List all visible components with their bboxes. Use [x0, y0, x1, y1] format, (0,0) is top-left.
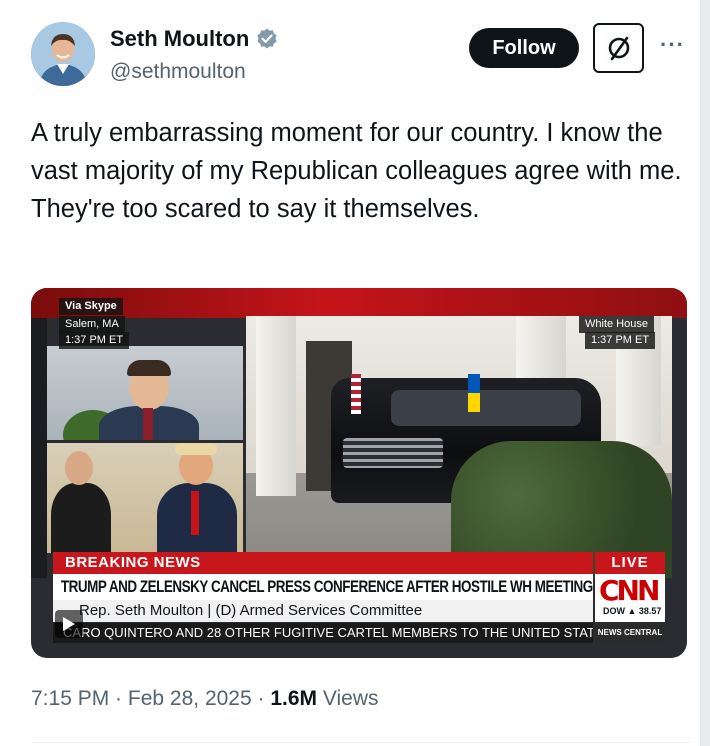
play-icon[interactable] — [55, 610, 83, 638]
author-name-row: Seth Moulton — [110, 26, 279, 52]
news-headline: TRUMP AND ZELENSKY CANCEL PRESS CONFEREN… — [53, 574, 593, 600]
tag-white-house: White House — [579, 316, 654, 333]
page-edge — [700, 0, 710, 746]
views-label: Views — [317, 687, 379, 710]
news-subline: Rep. Seth Moulton | (D) Armed Services C… — [53, 600, 593, 622]
tag-via-skype: Via Skype — [59, 298, 123, 315]
divider — [31, 742, 691, 743]
news-central-label: NEWS CENTRAL — [595, 623, 665, 643]
skype-pane — [47, 346, 243, 440]
tweet-date[interactable]: Feb 28, 2025 — [128, 687, 252, 710]
tag-time-left: 1:37 PM ET — [59, 332, 130, 349]
cnn-logo-box: CNN DOW ▲ 38.57 — [595, 574, 665, 622]
author-display-name[interactable]: Seth Moulton — [110, 26, 249, 52]
news-ticker: CARO QUINTERO AND 28 OTHER FUGITIVE CART… — [53, 623, 593, 643]
grok-slash-icon[interactable] — [593, 23, 644, 73]
oval-office-pane — [47, 443, 243, 553]
video-left-strip — [31, 318, 47, 578]
cnn-logo-icon: CNN — [599, 574, 660, 607]
tweet-card: Seth Moulton @sethmoulton Follow ··· A t… — [0, 0, 700, 746]
breaking-news-label: BREAKING NEWS — [53, 552, 593, 574]
live-badge: LIVE — [595, 552, 665, 574]
meta-separator: · — [251, 687, 271, 710]
tweet-text: A truly embarrassing moment for our coun… — [31, 119, 682, 223]
video-media[interactable]: Via Skype Salem, MA 1:37 PM ET White Hou… — [31, 288, 687, 658]
tag-time-right: 1:37 PM ET — [585, 332, 656, 349]
white-house-scene — [246, 316, 672, 578]
meta-separator: · — [109, 687, 128, 710]
follow-button[interactable]: Follow — [469, 28, 579, 68]
views-count: 1.6M — [270, 687, 318, 710]
broadcast-top-bar — [31, 288, 687, 318]
dow-ticker: DOW ▲ 38.57 — [603, 606, 662, 616]
verified-badge-icon[interactable] — [255, 27, 279, 51]
more-dots-icon[interactable]: ··· — [660, 32, 685, 58]
author-handle[interactable]: @sethmoulton — [110, 60, 246, 84]
us-flag-icon — [351, 374, 361, 414]
tag-location: Salem, MA — [59, 316, 125, 333]
tweet-meta: 7:15 PM · Feb 28, 2025 · 1.6M Views — [31, 687, 379, 711]
tweet-time[interactable]: 7:15 PM — [31, 687, 109, 710]
ukraine-flag-icon — [468, 374, 480, 412]
avatar[interactable] — [31, 22, 95, 86]
cnn-lower-third: BREAKING NEWS LIVE TRUMP AND ZELENSKY CA… — [53, 552, 665, 652]
